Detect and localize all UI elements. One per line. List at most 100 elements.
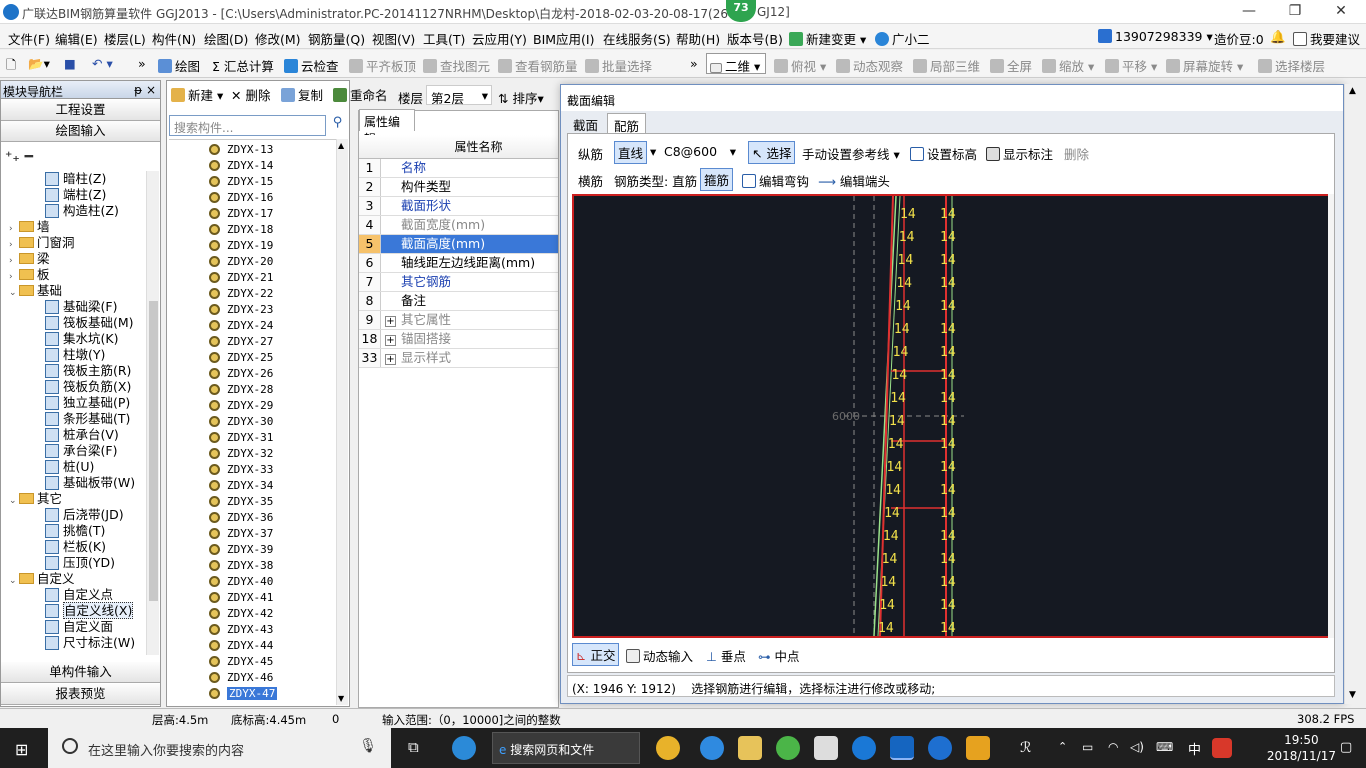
overflow-chevron-icon[interactable]: »: [138, 56, 146, 71]
wifi-icon[interactable]: ◠: [1108, 740, 1118, 754]
fullscreen-button[interactable]: 全屏: [990, 56, 1032, 75]
top-view-button[interactable]: 俯视 ▾: [774, 56, 826, 75]
pan-button[interactable]: 平移 ▾: [1105, 56, 1157, 75]
new-change-menu[interactable]: 新建变更 ▾: [789, 29, 866, 48]
batch-select-button[interactable]: 批量选择: [585, 56, 652, 75]
glodon-app-icon[interactable]: [928, 736, 952, 760]
component-list-item[interactable]: ZDYX-23: [209, 303, 273, 319]
price-beans[interactable]: 造价豆:0: [1214, 29, 1264, 48]
component-list-item[interactable]: ZDYX-34: [209, 479, 273, 495]
menu-tools[interactable]: 工具(T): [423, 29, 465, 48]
ime-indicator[interactable]: 中: [1188, 739, 1201, 758]
tree-item[interactable]: 挑檐(T): [45, 523, 105, 539]
menu-component[interactable]: 构件(N): [152, 29, 196, 48]
straight-line-button[interactable]: 直线: [614, 141, 648, 164]
web-search-box[interactable]: e 搜索网页和文件: [492, 732, 640, 764]
tree-item[interactable]: 独立基础(P): [45, 395, 130, 411]
component-list-item[interactable]: ZDYX-21: [209, 271, 273, 287]
component-list-item[interactable]: ZDYX-31: [209, 431, 273, 447]
minimize-button[interactable]: —: [1226, 0, 1272, 24]
component-list-item[interactable]: ZDYX-42: [209, 607, 273, 623]
dynamic-input-toggle[interactable]: 动态输入: [626, 646, 693, 665]
drawing-canvas[interactable]: 6000 14 14 14 14 14 14 14 14 14 14 14 14 14 14 14 14 14 14…: [572, 194, 1332, 638]
edit-end-button[interactable]: ⟶ 编辑端头: [818, 171, 890, 190]
component-list-item[interactable]: ZDYX-46: [209, 671, 273, 687]
tree-item[interactable]: 承台梁(F): [45, 443, 117, 459]
tree-toggle-icon[interactable]: ⌄: [9, 493, 19, 509]
rebar-spec-select[interactable]: C8@600 ▾: [662, 142, 738, 162]
scroll-up-icon[interactable]: ▲: [338, 141, 344, 150]
component-list-item[interactable]: ZDYX-41: [209, 591, 273, 607]
tree-item[interactable]: 端柱(Z): [45, 187, 106, 203]
menu-modify[interactable]: 修改(M): [255, 29, 301, 48]
engineering-settings-button[interactable]: 工程设置: [1, 100, 160, 121]
property-row[interactable]: 6 轴线距左边线距离(mm): [359, 254, 558, 273]
feedback-link[interactable]: 我要建议: [1293, 29, 1360, 48]
close-button[interactable]: ✕: [1318, 0, 1364, 24]
overflow-chevron-icon-2[interactable]: »: [690, 56, 698, 71]
scroll-down-icon[interactable]: ▼: [338, 694, 344, 703]
component-list-item[interactable]: ZDYX-13: [209, 143, 273, 159]
ortho-toggle[interactable]: ⊾ 正交: [572, 643, 620, 666]
menu-cloud[interactable]: 云应用(Y): [472, 29, 527, 48]
tree-item[interactable]: 暗柱(Z): [45, 171, 106, 187]
keyboard-icon[interactable]: ⌨: [1156, 740, 1173, 754]
menu-view[interactable]: 视图(V): [372, 29, 415, 48]
tree-item[interactable]: 柱墩(Y): [45, 347, 105, 363]
perpendicular-snap-toggle[interactable]: ⊥ 垂点: [706, 646, 746, 665]
edit-hook-button[interactable]: 编辑弯钩: [742, 171, 809, 190]
midpoint-snap-toggle[interactable]: ⊶ 中点: [758, 646, 800, 665]
undo-icon[interactable]: ↶ ▾: [92, 56, 113, 71]
component-list-item[interactable]: ZDYX-30: [209, 415, 273, 431]
component-list-item[interactable]: ZDYX-32: [209, 447, 273, 463]
ggj-app-icon[interactable]: [890, 736, 914, 760]
property-row[interactable]: 1 名称: [359, 159, 558, 178]
report-preview-button[interactable]: 报表预览: [1, 684, 160, 705]
component-list-item[interactable]: ZDYX-43: [209, 623, 273, 639]
single-component-input-button[interactable]: 单构件输入: [1, 662, 160, 683]
find-element-button[interactable]: 查找图元: [423, 56, 490, 75]
tree-item[interactable]: 后浇带(JD): [45, 507, 124, 523]
view-mode-select[interactable]: 二维 ▾: [706, 53, 766, 74]
maximize-button[interactable]: ❐: [1272, 0, 1318, 24]
draw-button[interactable]: 绘图: [158, 56, 200, 75]
align-slab-button[interactable]: 平齐板顶: [349, 56, 416, 75]
menu-floor[interactable]: 楼层(L): [104, 29, 146, 48]
expand-icon[interactable]: +: [385, 354, 396, 365]
menu-file[interactable]: 文件(F): [8, 29, 50, 48]
canvas-scrollbar[interactable]: [1328, 194, 1334, 638]
menu-rebar-qty[interactable]: 钢筋量(Q): [308, 29, 365, 48]
component-list-item[interactable]: ZDYX-19: [209, 239, 273, 255]
guangxiaoer-menu[interactable]: 广小二: [875, 29, 930, 48]
tree-toggle-icon[interactable]: ⌄: [9, 573, 19, 589]
component-list-item[interactable]: ZDYX-47: [209, 687, 278, 703]
tab-reinforcement[interactable]: 配筋: [607, 113, 647, 134]
green-app-icon[interactable]: [776, 736, 800, 760]
component-list-item[interactable]: ZDYX-20: [209, 255, 273, 271]
component-list-scrollbar[interactable]: ▲ ▼: [336, 139, 348, 705]
tray-chevron-icon[interactable]: ⌃: [1058, 740, 1067, 753]
select-tool-button[interactable]: ↖ 选择: [748, 141, 796, 164]
show-annotation-button[interactable]: 显示标注: [986, 144, 1053, 163]
drawing-input-button[interactable]: 绘图输入: [1, 121, 160, 142]
property-row[interactable]: 8 备注: [359, 292, 558, 311]
set-elevation-button[interactable]: 设置标高: [910, 144, 977, 163]
tree-item[interactable]: 桩承台(V): [45, 427, 119, 443]
component-list-item[interactable]: ZDYX-16: [209, 191, 273, 207]
component-list-item[interactable]: ZDYX-26: [209, 367, 273, 383]
property-row[interactable]: 9 + 其它属性: [359, 311, 558, 330]
people-icon[interactable]: ℛ: [1020, 740, 1031, 756]
new-component-button[interactable]: 新建 ▾: [171, 85, 223, 104]
expand-icon[interactable]: +: [385, 316, 396, 327]
tree-item[interactable]: 自定义面: [45, 619, 113, 635]
tree-item[interactable]: 压顶(YD): [45, 555, 115, 571]
file-explorer-icon[interactable]: [738, 736, 762, 760]
tree-scrollbar[interactable]: [146, 171, 159, 655]
property-row[interactable]: 5 截面高度(mm): [359, 235, 558, 254]
delete-button[interactable]: 删除: [1064, 144, 1089, 163]
tree-scroll-thumb[interactable]: [149, 301, 158, 601]
main-scroll-down-icon[interactable]: ▼: [1349, 690, 1356, 700]
copy-component-button[interactable]: 复制: [281, 85, 323, 104]
tree-item[interactable]: 基础板带(W): [45, 475, 135, 491]
tree-item[interactable]: 基础梁(F): [45, 299, 117, 315]
